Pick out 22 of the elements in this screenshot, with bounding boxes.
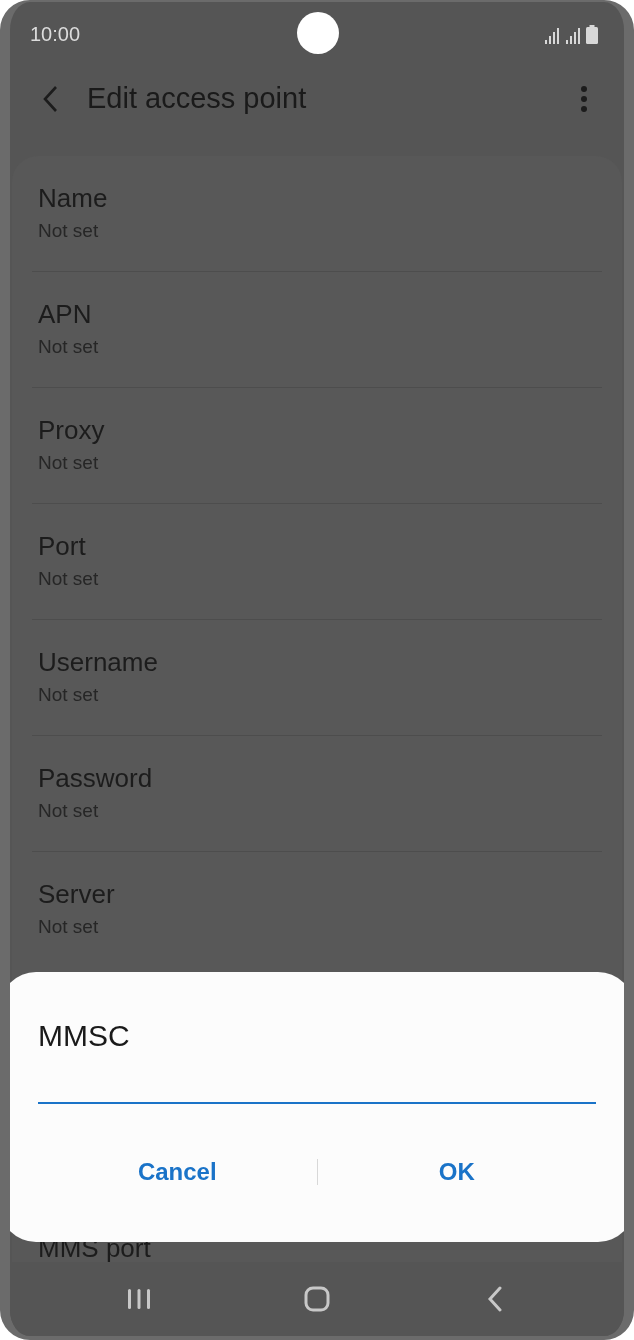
item-title: Server: [38, 878, 116, 910]
page-title: Edit access point: [87, 81, 307, 117]
signal-icon: [565, 26, 583, 44]
camera-hole: [297, 12, 339, 54]
dialog-button[interactable]: Cancel: [38, 1152, 317, 1192]
home-icon: [304, 1286, 330, 1312]
back-icon: [487, 1286, 503, 1312]
recents-icon: [127, 1288, 151, 1310]
dialog-button[interactable]: OK: [317, 1152, 596, 1192]
status-time: 10:00: [30, 22, 81, 47]
item-title: Port: [38, 530, 87, 562]
more-icon: [580, 85, 588, 113]
item-title: Proxy: [38, 414, 106, 446]
battery-icon: [586, 24, 598, 44]
signal-icon: [544, 26, 562, 44]
dialog-title: MMSC: [38, 1018, 131, 1054]
more-options-button[interactable]: [578, 84, 590, 114]
item-title: Password: [38, 762, 154, 794]
item-title: APN: [38, 298, 93, 330]
back-icon: [42, 85, 58, 113]
item-title: Name: [38, 182, 109, 214]
item-title: Username: [38, 646, 159, 678]
